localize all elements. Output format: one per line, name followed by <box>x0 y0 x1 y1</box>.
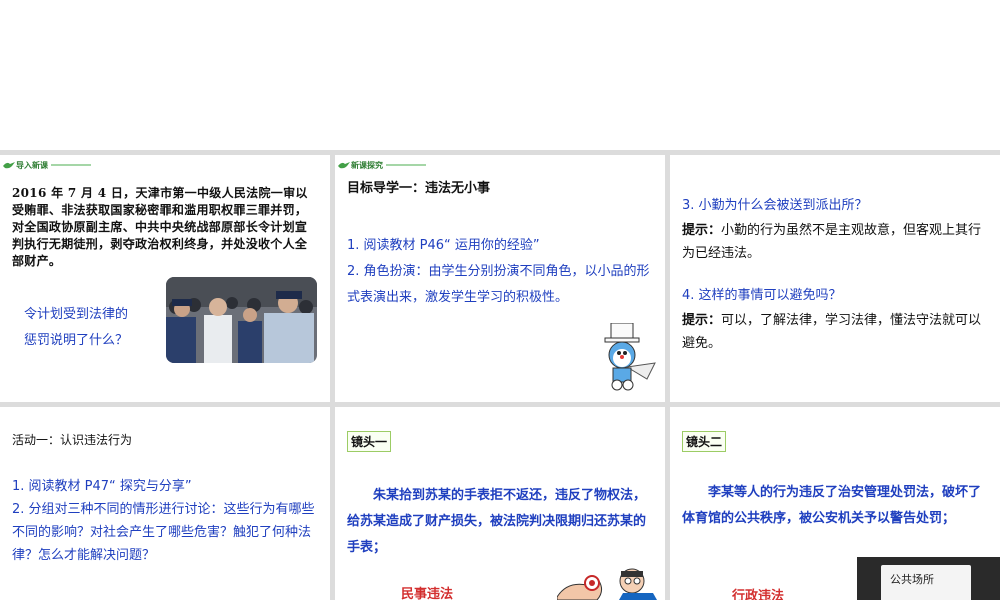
slide-camera-two[interactable]: 镜头二 李某等人的行为违反了治安管理处罚法，破坏了体育馆的公共秩序，被公安机关予… <box>670 407 1000 600</box>
banner-line <box>386 164 426 166</box>
activity-list: 1. 阅读教材 P47“ 探究与分享” 2. 分组对三种不同的情形进行讨论：这些… <box>12 475 322 567</box>
section-banner: 导入新课 <box>3 159 91 171</box>
list-item: 1. 阅读教材 P46“ 运用你的经验” <box>347 238 540 253</box>
top-blank-area <box>0 0 1000 150</box>
answer-3: 提示：小勤的行为虽然不是主观故意，但客观上其行为已经违法。 <box>682 219 987 265</box>
question-line-1: 令计划受到法律的 <box>24 307 129 322</box>
dove-icon <box>338 161 350 168</box>
slide-questions[interactable]: 3. 小勤为什么会被送到派出所？ 提示：小勤的行为虽然不是主观故意，但客观上其行… <box>670 155 1000 402</box>
question-3-block: 3. 小勤为什么会被送到派出所？ 提示：小勤的行为虽然不是主观故意，但客观上其行… <box>682 193 987 265</box>
law-type-label: 行政违法 <box>732 589 785 600</box>
news-paragraph: 2016 年 7 月 4 日，天津市第一中级人民法院一审以受贿罪、非法获取国家秘… <box>12 186 308 268</box>
slide-goal-one[interactable]: 新课探究 目标导学一：违法无小事 1. 阅读教材 P46“ 运用你的经验” 2.… <box>335 155 665 402</box>
case-text: 朱某拾到苏某的手表拒不返还，违反了物权法，给苏某造成了财产损失，被法院判决限期归… <box>347 488 647 555</box>
goal-title: 目标导学一：违法无小事 <box>347 181 491 196</box>
slide-activity-one[interactable]: 活动一：认识违法行为 1. 阅读教材 P47“ 探究与分享” 2. 分组对三种不… <box>0 407 330 600</box>
question-line-2: 惩罚说明了什么？ <box>24 333 129 348</box>
answer-4: 提示：可以，了解法律，学习法律，懂法守法就可以避免。 <box>682 309 987 355</box>
slide-camera-one[interactable]: 镜头一 朱某拾到苏某的手表拒不返还，违反了物权法，给苏某造成了财产损失，被法院判… <box>335 407 665 600</box>
answer-4-text: 可以，了解法律，学习法律，懂法守法就可以避免。 <box>682 313 982 351</box>
question-4-block: 4. 这样的事情可以避免吗？ 提示：可以，了解法律，学习法律，懂法守法就可以避免… <box>682 283 987 355</box>
magician-mascot-icon <box>604 323 656 391</box>
sign-board: 公共场所 <box>881 565 971 600</box>
handshake-cartoon-icon <box>557 568 657 600</box>
slide-intro[interactable]: 导入新课 2016 年 7 月 4 日，天津市第一中级人民法院一审以受贿罪、非法… <box>0 155 330 402</box>
camera-label: 镜头一 <box>347 431 392 452</box>
dove-icon <box>3 161 15 168</box>
activity-title: 活动一：认识违法行为 <box>12 433 133 447</box>
answer-3-text: 小勤的行为虽然不是主观故意，但客观上其行为已经违法。 <box>682 223 982 261</box>
hint-label: 提示： <box>682 313 722 328</box>
case-text: 李某等人的行为违反了治安管理处罚法，破坏了体育馆的公共秩序，被公安机关予以警告处… <box>682 485 982 526</box>
list-item: 2. 分组对三种不同的情形进行讨论：这些行为有哪些不同的影响？对社会产生了哪些危… <box>12 502 315 563</box>
sign-text: 公共场所 <box>890 573 934 586</box>
list-item: 2. 角色扮演：由学生分别扮演不同角色，以小品的形式表演出来，激发学生学习的积极… <box>347 264 650 305</box>
list-item: 1. 阅读教材 P47“ 探究与分享” <box>12 479 192 494</box>
question-4: 4. 这样的事情可以避免吗？ <box>682 288 842 303</box>
question-3: 3. 小勤为什么会被送到派出所？ <box>682 198 868 213</box>
banner-line <box>51 164 91 166</box>
hint-label: 提示： <box>682 223 722 238</box>
banner-label: 新课探究 <box>351 160 383 170</box>
intro-question: 令计划受到法律的 惩罚说明了什么？ <box>24 302 154 354</box>
law-type-label: 民事违法 <box>401 587 454 600</box>
camera-label: 镜头二 <box>682 431 727 452</box>
section-banner: 新课探究 <box>338 159 426 171</box>
goal-list: 1. 阅读教材 P46“ 运用你的经验” 2. 角色扮演：由学生分别扮演不同角色… <box>347 233 652 311</box>
banner-label: 导入新课 <box>16 160 48 170</box>
public-place-sign-photo: 公共场所 <box>857 557 1000 600</box>
courtroom-photo <box>166 277 317 363</box>
